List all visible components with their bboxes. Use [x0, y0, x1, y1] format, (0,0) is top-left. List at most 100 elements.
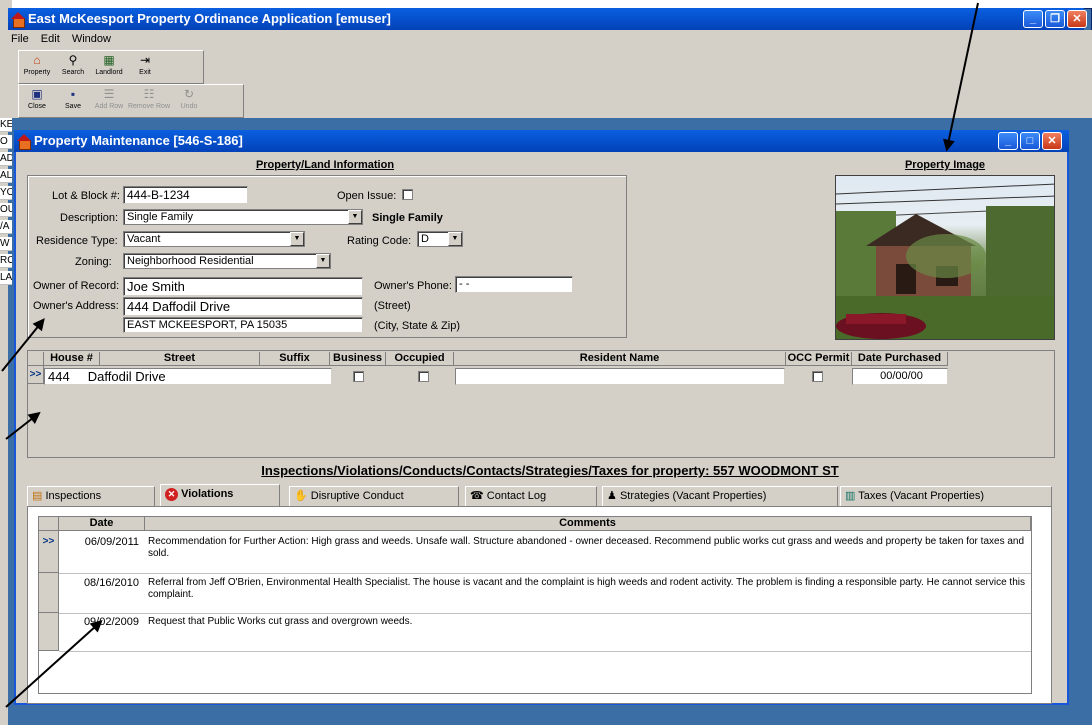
description-label: Description:	[60, 212, 119, 224]
tab-inspections[interactable]: ▤ Inspections	[27, 486, 155, 506]
inner-window-titlebar[interactable]: Property Maintenance [546-S-186] _ □ ✕	[14, 130, 1069, 152]
main-toolbar: ⌂ Property ⚲ Search ▦ Landlord ⇥ Exit	[18, 50, 204, 84]
inspections-section-title: Inspections/Violations/Conducts/Contacts…	[261, 463, 839, 478]
violation-comment: Recommendation for Further Action: High …	[148, 536, 1025, 559]
description-display: Single Family	[372, 212, 443, 224]
background-list-item: /A	[0, 220, 12, 234]
house-icon: ⌂	[33, 53, 41, 67]
owner-address-label: Owner's Address:	[33, 300, 119, 312]
menu-file[interactable]: File	[11, 33, 29, 45]
residence-type-select[interactable]: Vacant ▼	[123, 231, 305, 247]
house-street-field[interactable]: 444 Daffodil Drive	[44, 368, 332, 385]
minimize-button[interactable]: _	[1023, 10, 1043, 28]
owner-phone-label: Owner's Phone:	[374, 280, 452, 292]
tab-strategies[interactable]: ♟ Strategies (Vacant Properties)	[602, 486, 838, 506]
col-house: House #	[44, 352, 100, 366]
violation-row-selector[interactable]	[39, 613, 59, 651]
house-row-selector[interactable]: >>	[28, 366, 44, 384]
search-button[interactable]: ⚲ Search	[55, 51, 91, 83]
hand-icon: ✋	[294, 490, 308, 502]
background-list-item: AD	[0, 152, 12, 166]
chevron-down-icon[interactable]: ▼	[290, 232, 304, 246]
chevron-down-icon[interactable]: ▼	[348, 210, 362, 224]
address-city-input[interactable]: EAST MCKEESPORT, PA 15035	[123, 317, 363, 333]
occ-permit-checkbox[interactable]	[812, 371, 823, 382]
undo-button[interactable]: ↻ Undo	[171, 85, 207, 117]
resident-name-input[interactable]	[455, 368, 785, 385]
violation-comment: Request that Public Works cut grass and …	[148, 616, 413, 627]
occupied-checkbox[interactable]	[418, 371, 429, 382]
app-house-icon	[11, 12, 25, 28]
house-photo-icon	[836, 183, 1054, 339]
menu-window[interactable]: Window	[72, 33, 111, 45]
col-comments: Comments	[145, 517, 1031, 531]
remove-row-icon: ☷	[143, 87, 155, 101]
close-doc-icon: ▣	[31, 87, 43, 101]
inner-close-button[interactable]: ✕	[1042, 132, 1062, 150]
inner-minimize-button[interactable]: _	[998, 132, 1018, 150]
owner-phone-input[interactable]: - -	[455, 276, 573, 293]
close-button[interactable]: ✕	[1067, 10, 1087, 28]
col-resident-name: Resident Name	[454, 352, 786, 366]
tab-contact-log[interactable]: ☎ Contact Log	[465, 486, 597, 506]
col-street: Street	[100, 352, 260, 366]
add-row-button[interactable]: ☰ Add Row	[91, 85, 127, 117]
chevron-down-icon[interactable]: ▼	[316, 254, 330, 268]
col-date-purchased: Date Purchased	[852, 352, 948, 366]
lot-label: Lot & Block #:	[52, 190, 120, 202]
lot-input[interactable]: 444-B-1234	[123, 186, 248, 204]
description-select[interactable]: Single Family ▼	[123, 209, 363, 225]
outer-window-controls: _ ❐ ✕	[1023, 10, 1087, 28]
violation-row-selector[interactable]	[39, 573, 59, 613]
toolbar-area: ⌂ Property ⚲ Search ▦ Landlord ⇥ Exit ▣ Close…	[8, 48, 1092, 118]
exit-button[interactable]: ⇥ Exit	[127, 51, 163, 83]
close-doc-button[interactable]: ▣ Close	[19, 85, 55, 117]
col-suffix: Suffix	[260, 352, 330, 366]
restore-button[interactable]: ❐	[1045, 10, 1065, 28]
open-issue-checkbox[interactable]	[402, 189, 413, 200]
edit-toolbar: ▣ Close ▪ Save ☰ Add Row ☷ Remove Row ↻ Undo	[18, 84, 244, 118]
menu-bar: File Edit Window	[8, 30, 1092, 48]
rating-code-select[interactable]: D ▼	[417, 231, 463, 247]
business-checkbox[interactable]	[353, 371, 364, 382]
property-button[interactable]: ⌂ Property	[19, 51, 55, 83]
add-row-icon: ☰	[103, 87, 115, 101]
chevron-down-icon[interactable]: ▼	[448, 232, 462, 246]
landlord-button[interactable]: ▦ Landlord	[91, 51, 127, 83]
col-business: Business	[330, 352, 386, 366]
city-hint: (City, State & Zip)	[374, 320, 460, 332]
landlord-icon: ▦	[103, 53, 115, 67]
col-occupied: Occupied	[386, 352, 454, 366]
zoning-select[interactable]: Neighborhood Residential ▼	[123, 253, 331, 269]
open-issue-label: Open Issue:	[337, 190, 397, 202]
outer-window-titlebar[interactable]: East McKeesport Property Ordinance Appli…	[8, 8, 1087, 30]
house-grid-panel	[27, 350, 1055, 458]
owner-input[interactable]: Joe Smith	[123, 277, 363, 296]
tab-disruptive-conduct[interactable]: ✋ Disruptive Conduct	[289, 486, 459, 506]
address-street-input[interactable]: 444 Daffodil Drive	[123, 297, 363, 316]
row-divider	[59, 613, 1031, 614]
row-divider	[59, 573, 1031, 574]
background-list-item: W	[0, 237, 12, 251]
zoning-label: Zoning:	[75, 256, 112, 268]
background-list-item: O	[0, 135, 12, 149]
tab-violations[interactable]: ✕ Violations	[160, 484, 280, 506]
strategy-icon: ♟	[607, 490, 617, 502]
violation-row-selector[interactable]: >>	[39, 531, 59, 573]
owner-label: Owner of Record:	[33, 280, 120, 292]
taxes-icon: ▥	[845, 490, 856, 502]
property-image-title: Property Image	[904, 159, 986, 171]
remove-row-button[interactable]: ☷ Remove Row	[127, 85, 171, 117]
row-divider	[59, 651, 1031, 652]
menu-edit[interactable]: Edit	[41, 33, 60, 45]
date-purchased-input[interactable]: 00/00/00	[852, 368, 948, 385]
inner-maximize-button[interactable]: □	[1020, 132, 1040, 150]
background-list-item: RO	[0, 254, 12, 268]
tab-taxes[interactable]: ▥ Taxes (Vacant Properties)	[840, 486, 1052, 506]
inspection-icon: ▤	[32, 490, 43, 502]
outer-window-title: East McKeesport Property Ordinance Appli…	[28, 11, 391, 26]
property-photo	[835, 175, 1055, 340]
violations-corner	[39, 517, 59, 531]
save-button[interactable]: ▪ Save	[55, 85, 91, 117]
undo-icon: ↻	[183, 87, 195, 101]
